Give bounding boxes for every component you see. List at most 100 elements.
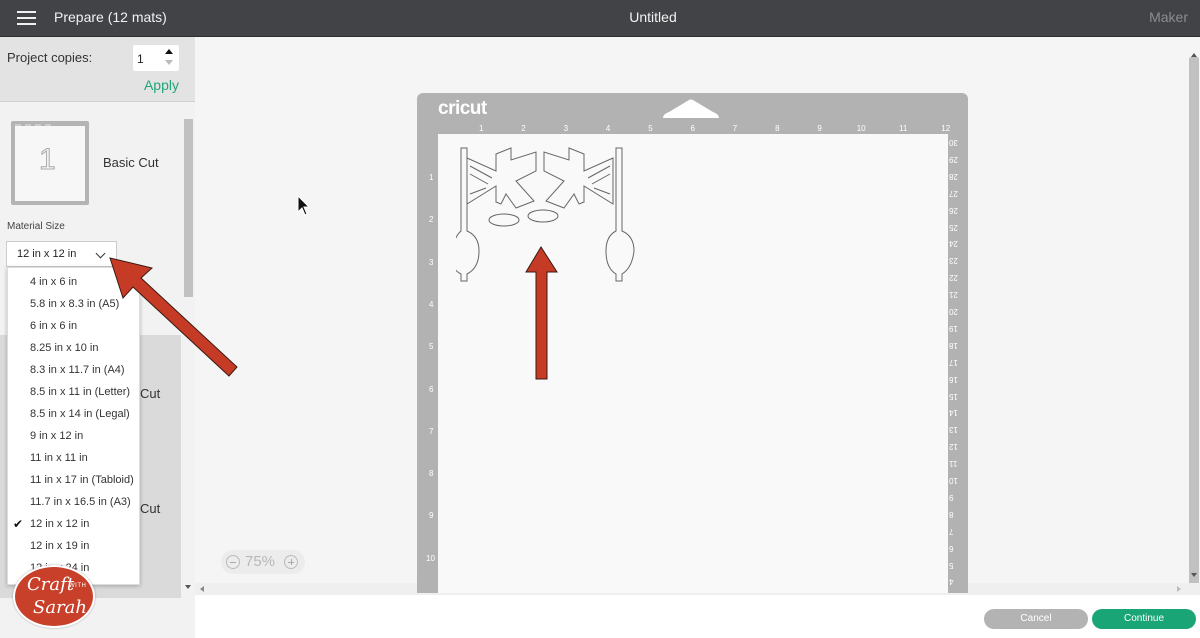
top-bar: Prepare (12 mats) Untitled Maker [0, 0, 1200, 37]
ruler-tick-right: 30 [949, 138, 958, 147]
ruler-tick-top: 7 [732, 124, 738, 133]
zoom-out-icon[interactable] [226, 555, 240, 569]
ruler-tick-right: 10 [949, 476, 958, 485]
canvas-vertical-scrollbar[interactable] [1188, 37, 1200, 613]
material-size-option[interactable]: 5.8 in x 8.3 in (A5) [8, 294, 139, 316]
zoom-control: 75% [221, 550, 305, 574]
ruler-tick-left: 3 [429, 257, 434, 267]
material-size-option[interactable]: 11 in x 17 in (Tabloid) [8, 470, 139, 492]
mat-label: Cut [140, 386, 161, 401]
decrement-icon[interactable] [165, 60, 173, 65]
ruler-tick-top: 4 [605, 124, 611, 133]
ruler-tick-left: 4 [429, 299, 434, 309]
ruler-tick-left: 5 [429, 342, 434, 352]
sidebar-scrollbar-thumb[interactable] [184, 119, 193, 297]
ruler-tick-top: 12 [941, 124, 951, 133]
scroll-down-icon[interactable] [185, 585, 191, 589]
material-size-option[interactable]: 11 in x 11 in [8, 448, 139, 470]
ruler-tick-left: 9 [429, 511, 434, 521]
mat-notch [663, 99, 719, 118]
ruler-tick-right: 18 [949, 340, 958, 350]
cricut-logo: cricut [438, 98, 487, 119]
mat-thumbnail[interactable]: 1 [11, 121, 89, 205]
ruler-tick-right: 24 [949, 239, 958, 249]
material-size-option[interactable]: 6 in x 6 in [8, 316, 139, 338]
material-size-option[interactable]: 8.3 in x 11.7 in (A4) [8, 360, 139, 382]
option-label: 4 in x 6 in [30, 276, 78, 288]
ruler-tick-right: 26 [949, 205, 958, 215]
material-size-value: 12 in x 12 in [17, 248, 77, 260]
project-copies-input[interactable]: 1 [133, 45, 179, 71]
checkmark-icon: ✔ [13, 517, 24, 531]
ruler-tick-right: 8 [949, 509, 954, 519]
material-size-option[interactable]: 8.5 in x 11 in (Letter) [8, 382, 139, 404]
ruler-tick-top: 1 [479, 124, 484, 133]
apply-button[interactable]: Apply [144, 77, 179, 93]
project-copies-value: 1 [137, 52, 144, 66]
ruler-tick-top: 11 [899, 124, 908, 133]
ruler-tick-right: 9 [949, 492, 954, 502]
ruler-tick-left: 1 [429, 173, 434, 182]
ruler-tick-left: 2 [429, 215, 434, 225]
ruler-tick-right: 5 [949, 560, 954, 570]
material-size-option[interactable]: 8.5 in x 14 in (Legal) [8, 404, 139, 426]
footer-bar: Cancel Continue [195, 595, 1200, 638]
option-label: 8.3 in x 11.7 in (A4) [30, 364, 125, 376]
ruler-tick-right: 4 [949, 577, 954, 587]
ruler-tick-top: 6 [690, 124, 695, 133]
ruler-tick-top: 2 [521, 124, 526, 133]
option-label: 8.25 in x 10 in [30, 342, 99, 354]
design-artwork[interactable] [456, 146, 656, 296]
material-size-option[interactable]: 8.25 in x 10 in [8, 338, 139, 360]
material-size-option[interactable]: 12 in x 19 in [8, 536, 139, 558]
ruler-tick-right: 12 [949, 442, 958, 452]
project-name: Untitled [629, 9, 677, 25]
material-size-label: Material Size [7, 221, 65, 232]
ruler-tick-left: 10 [426, 553, 435, 563]
option-label: 11 in x 11 in [30, 452, 88, 464]
mat-number: 1 [39, 143, 57, 177]
ruler-tick-right: 28 [949, 171, 958, 181]
material-size-option[interactable]: 4 in x 6 in [8, 272, 139, 294]
material-size-option[interactable]: ✔ 12 in x 12 in [8, 514, 139, 536]
ruler-tick-right: 25 [949, 222, 958, 232]
scroll-right-icon[interactable] [1177, 586, 1181, 592]
material-size-option[interactable]: 11.7 in x 16.5 in (A3) [8, 492, 139, 514]
ruler-tick-right: 19 [949, 323, 958, 333]
zoom-level: 75% [245, 553, 276, 570]
ruler-tick-right: 29 [949, 154, 958, 164]
option-label: 12 in x 12 in [30, 518, 90, 530]
mouse-cursor-icon [297, 195, 311, 216]
ruler-tick-right: 11 [949, 459, 958, 469]
design-preview [15, 124, 51, 138]
ruler-tick-right: 15 [949, 391, 958, 401]
mat-label: Cut [140, 501, 161, 516]
scroll-down-icon[interactable] [1191, 573, 1197, 577]
option-label: 9 in x 12 in [30, 430, 84, 442]
material-size-option[interactable]: 9 in x 12 in [8, 426, 139, 448]
ruler-tick-left: 7 [429, 426, 434, 436]
canvas-scrollbar-thumb[interactable] [1189, 57, 1199, 613]
ruler-tick-left: 6 [429, 384, 434, 394]
zoom-in-icon[interactable] [284, 555, 298, 569]
continue-button[interactable]: Continue [1092, 609, 1196, 629]
machine-selector[interactable]: Maker [1149, 9, 1188, 25]
ruler-tick-right: 23 [949, 256, 958, 266]
project-copies-label: Project copies: [7, 50, 93, 65]
ruler-tick-top: 9 [817, 124, 822, 133]
ruler-tick-right: 17 [949, 357, 958, 367]
increment-icon[interactable] [165, 49, 173, 54]
scroll-left-icon[interactable] [200, 586, 204, 592]
material-size-select[interactable]: 12 in x 12 in [6, 241, 117, 267]
ruler-tick-right: 13 [949, 425, 958, 435]
material-size-dropdown: 4 in x 6 in 5.8 in x 8.3 in (A5) 6 in x 6 … [7, 267, 140, 585]
ruler-tick-right: 22 [949, 273, 958, 283]
ruler-tick-top: 10 [856, 124, 866, 133]
ruler-tick-top: 3 [563, 124, 569, 133]
option-label: 5.8 in x 8.3 in (A5) [30, 298, 120, 310]
ruler-tick-right: 14 [949, 408, 958, 418]
cancel-button[interactable]: Cancel [984, 609, 1088, 629]
project-copies-panel: Project copies: 1 Apply [0, 37, 195, 102]
mat-label: Basic Cut [103, 155, 159, 170]
ruler-tick-right: 6 [949, 543, 954, 553]
